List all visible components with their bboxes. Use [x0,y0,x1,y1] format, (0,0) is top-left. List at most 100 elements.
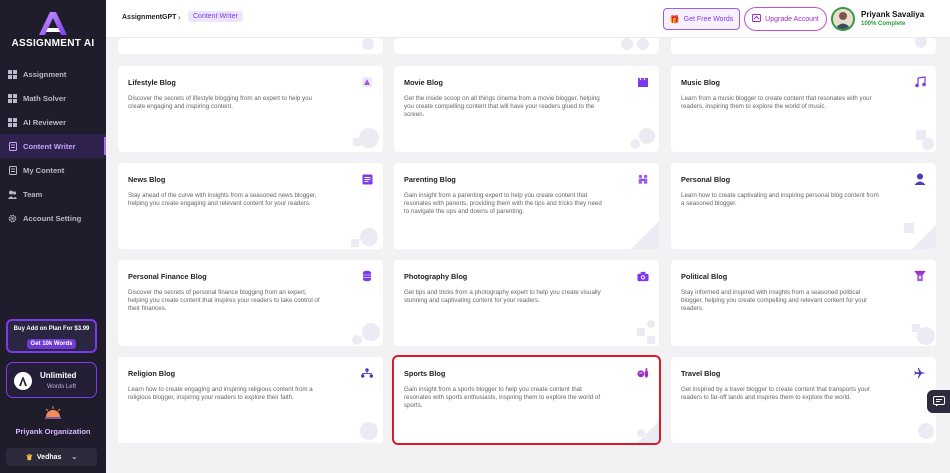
family-icon [637,173,649,185]
card-political-blog[interactable]: Political Blog Stay informed and inspire… [671,260,936,346]
topbar: AssignmentGPT › Content Writer 🎁 Get Fre… [106,0,950,38]
chat-widget-button[interactable] [927,390,950,413]
card-description: Learn how to create engaging and inspiri… [128,386,313,401]
card-description: Gain insight from a sports blogger to he… [404,386,601,409]
card-sports-blog[interactable]: Sports Blog Gain insight from a sports b… [392,355,661,445]
podium-icon [914,270,926,282]
decoration-icon [351,228,378,247]
organization-icon [45,406,61,419]
decoration-icon [915,38,927,48]
upgrade-account-label: Upgrade Account [765,15,819,23]
upgrade-account-button[interactable]: Upgrade Account [744,7,827,31]
gear-icon [8,214,17,223]
camera-icon [637,270,649,282]
gift-icon: 🎁 [669,14,680,24]
workspace-selector[interactable]: ♛ Vedhas ⌄ [6,448,97,466]
user-profile[interactable]: Priyank Savaliya 100% Complete [831,6,949,32]
breadcrumb-root[interactable]: AssignmentGPT [122,14,176,21]
card-description: Stay ahead of the curve with insights fr… [128,192,317,207]
card-travel-blog[interactable]: Travel Blog Get inspired by a travel blo… [671,357,936,443]
card-description: Gain insight from a parenting expert to … [404,192,602,215]
decoration-icon [362,38,374,50]
card-news-blog[interactable]: News Blog Stay ahead of the curve with i… [118,163,383,249]
card-parenting-blog[interactable]: Parenting Blog Gain insight from a paren… [394,163,659,249]
card-personal-finance-blog[interactable]: Personal Finance Blog Discover the secre… [118,260,383,346]
chevron-right-icon: › [178,13,181,22]
card-partial [671,38,936,54]
sidebar-item-math-solver[interactable]: Math Solver [0,86,106,110]
grid-icon [8,93,17,103]
card-music-blog[interactable]: Music Blog Learn from a music blogger to… [671,66,936,152]
card-description: Get inspired by a travel blogger to crea… [681,386,870,401]
card-personal-blog[interactable]: Personal Blog Learn how to create captiv… [671,163,936,249]
decoration-icon [353,128,379,148]
organization-name: Priyank Organization [15,427,91,436]
sidebar-item-team[interactable]: Team [0,182,106,206]
decoration-icon [637,320,655,344]
card-title: Photography Blog [404,272,468,281]
avatar [831,7,855,31]
grid-icon [8,69,17,79]
sidebar: ASSIGNMENT AI Assignment Math Solver AI … [0,0,106,473]
brand-logo[interactable]: ASSIGNMENT AI [0,10,106,49]
get-words-button[interactable]: Get 10k Words [26,339,77,349]
brand-name: ASSIGNMENT AI [11,38,95,49]
sidebar-item-label: Content Writer [23,141,76,151]
sidebar-item-my-content[interactable]: My Content [0,158,106,182]
hierarchy-icon [361,367,373,379]
sidebar-item-content-writer[interactable]: Content Writer [0,134,106,158]
card-title: Personal Finance Blog [128,272,207,281]
card-religion-blog[interactable]: Religion Blog Learn how to create engagi… [118,357,383,443]
logo-icon [39,12,67,35]
card-title: Religion Blog [128,369,176,378]
crown-icon: ♛ [25,452,33,462]
logo-icon [14,372,32,390]
coins-icon [361,270,373,282]
card-title: News Blog [128,175,166,184]
workspace-name: Vedhas [36,453,62,461]
chat-icon [932,396,945,407]
addon-promo[interactable]: Buy Add on Plan For $3.99 Get 10k Words [6,319,97,353]
sidebar-item-label: Account Setting [23,213,82,223]
decoration-icon [360,422,378,440]
card-description: Learn from a music blogger to create con… [681,95,872,110]
card-photography-blog[interactable]: Photography Blog Get tips and tricks fro… [394,260,659,346]
card-description: Discover the secrets of lifestyle bloggi… [128,95,312,110]
get-free-words-button[interactable]: 🎁 Get Free Words [663,8,740,30]
sidebar-item-account-setting[interactable]: Account Setting [0,206,106,230]
card-title: Personal Blog [681,175,731,184]
chevron-down-icon: ⌄ [71,454,78,461]
upgrade-icon [752,14,762,24]
music-note-icon [914,76,926,88]
decoration-icon [631,221,659,249]
card-lifestyle-blog[interactable]: Lifestyle Blog Discover the secrets of l… [118,66,383,152]
card-title: Parenting Blog [404,175,456,184]
user-name: Priyank Savaliya [861,10,925,19]
sidebar-item-label: Math Solver [23,93,67,103]
sidebar-item-label: AI Reviewer [23,117,67,127]
sidebar-item-ai-reviewer[interactable]: AI Reviewer [0,110,106,134]
lifestyle-icon [361,76,373,88]
sidebar-nav: Assignment Math Solver AI Reviewer Conte… [0,62,106,230]
decoration-icon [630,128,655,149]
newspaper-icon [361,173,373,185]
sidebar-item-assignment[interactable]: Assignment [0,62,106,86]
promo-title: Buy Add on Plan For $3.99 [13,326,90,332]
card-partial [394,38,659,54]
document-icon [8,141,17,151]
content-writer-grid: Lifestyle Blog Discover the secrets of l… [106,38,950,473]
card-movie-blog[interactable]: Movie Blog Get the inside scoop on all t… [394,66,659,152]
card-description: Get the inside scoop on all things cinem… [404,95,600,118]
card-title: Music Blog [681,78,720,87]
decoration-icon [904,223,936,249]
sidebar-item-label: Assignment [23,69,67,79]
sports-icon [637,367,649,379]
credits-subtitle: Words Left [47,384,76,390]
document-icon [8,165,17,175]
decoration-icon [912,324,935,345]
clapperboard-icon [637,76,649,88]
word-credits: Unlimited Words Left [6,362,97,398]
card-title: Sports Blog [404,369,446,378]
card-partial [118,38,383,54]
person-icon [914,173,926,185]
